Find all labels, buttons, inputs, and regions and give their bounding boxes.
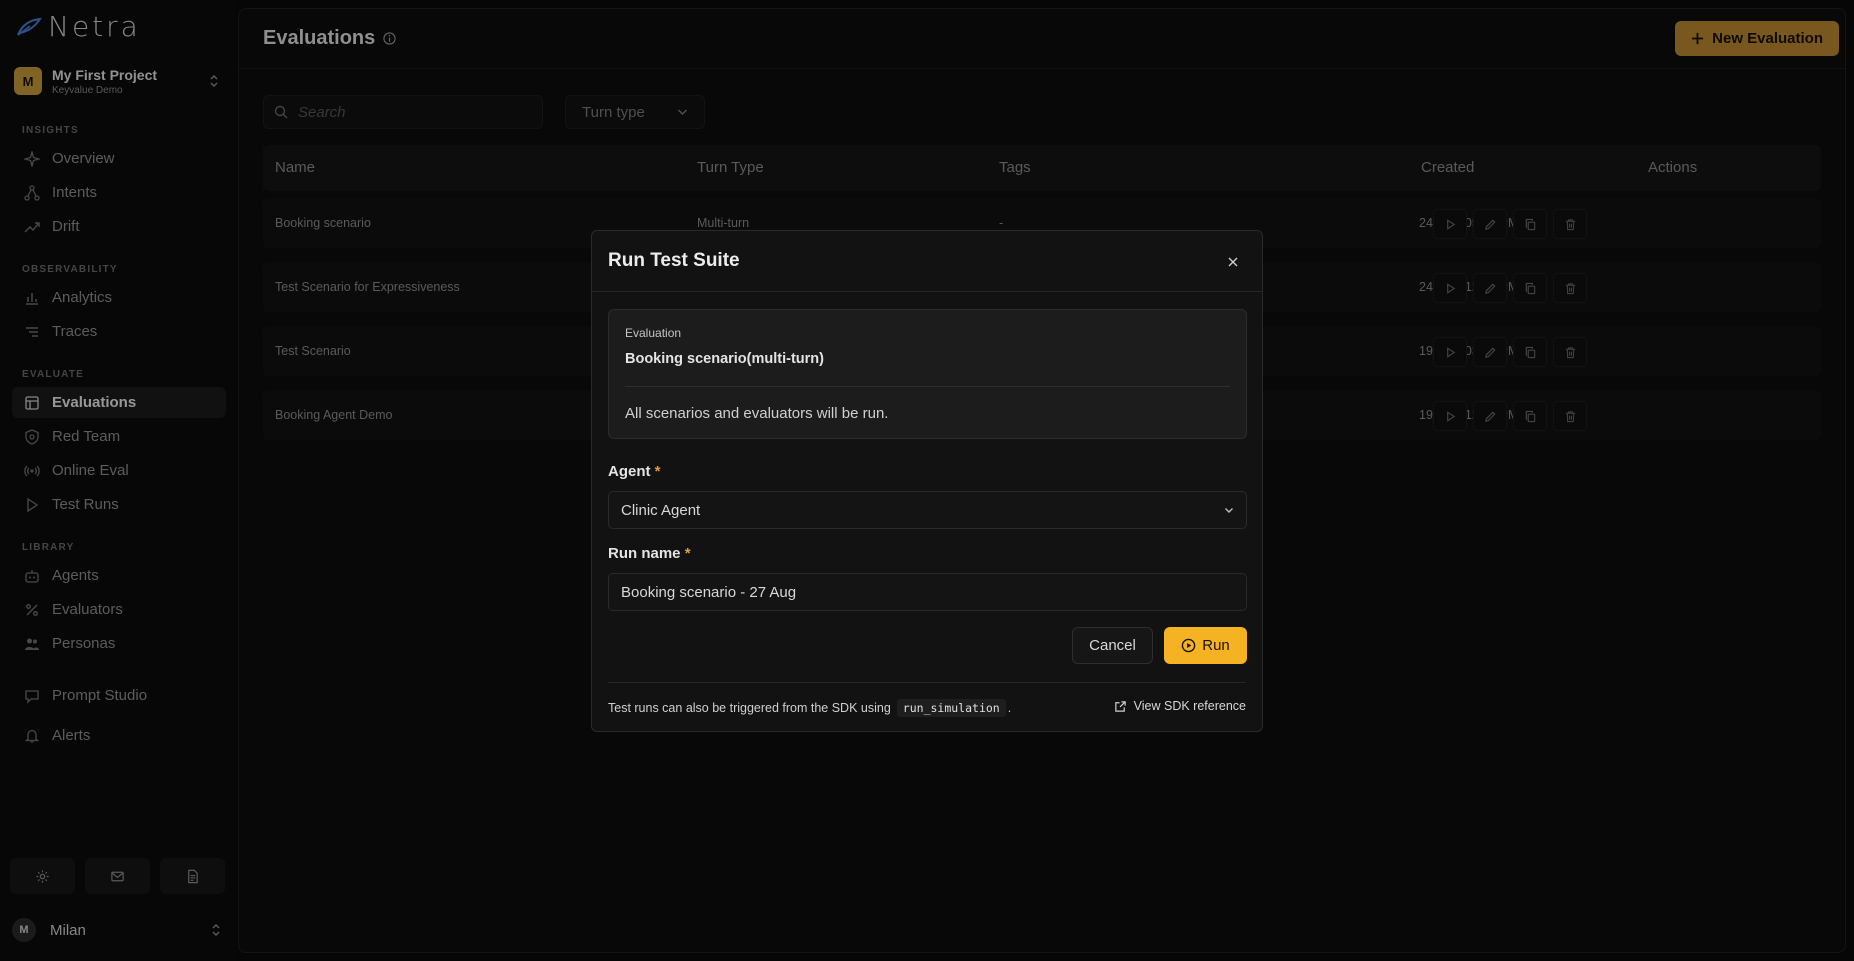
run-name-input[interactable] xyxy=(608,573,1247,611)
evaluation-note: All scenarios and evaluators will be run… xyxy=(625,405,889,422)
evaluation-name: Booking scenario(multi-turn) xyxy=(625,351,824,367)
external-link-icon xyxy=(1114,700,1126,712)
chevron-down-icon xyxy=(1225,507,1233,513)
divider xyxy=(608,682,1246,683)
dialog-title: Run Test Suite xyxy=(608,250,740,271)
evaluation-summary-card: Evaluation Booking scenario(multi-turn) … xyxy=(608,309,1247,439)
run-test-suite-dialog: Run Test Suite Evaluation Booking scenar… xyxy=(591,230,1263,732)
run-name-label-text: Run name xyxy=(608,545,681,562)
agent-select[interactable]: Clinic Agent xyxy=(608,491,1247,529)
required-marker: * xyxy=(654,463,661,480)
sdk-link-label: View SDK reference xyxy=(1133,699,1246,713)
agent-label-text: Agent xyxy=(608,463,651,480)
run-button[interactable]: Run xyxy=(1164,627,1247,664)
agent-field-label: Agent * xyxy=(608,463,661,480)
agent-select-value: Clinic Agent xyxy=(621,501,701,519)
close-button[interactable] xyxy=(1222,251,1244,273)
play-circle-icon xyxy=(1181,638,1196,653)
divider xyxy=(625,386,1230,387)
close-icon xyxy=(1228,257,1238,267)
run-button-label: Run xyxy=(1202,637,1230,654)
footnote-period: . xyxy=(1007,701,1012,715)
sdk-function-code: run_simulation xyxy=(896,699,1006,717)
evaluation-label: Evaluation xyxy=(625,326,682,340)
run-name-field-label: Run name * xyxy=(608,545,691,562)
view-sdk-reference-link[interactable]: View SDK reference xyxy=(1114,699,1246,713)
required-marker: * xyxy=(684,545,691,562)
footnote-text: Test runs can also be triggered from the… xyxy=(608,701,891,715)
sdk-footnote: Test runs can also be triggered from the… xyxy=(608,699,1011,717)
cancel-button[interactable]: Cancel xyxy=(1072,627,1153,664)
